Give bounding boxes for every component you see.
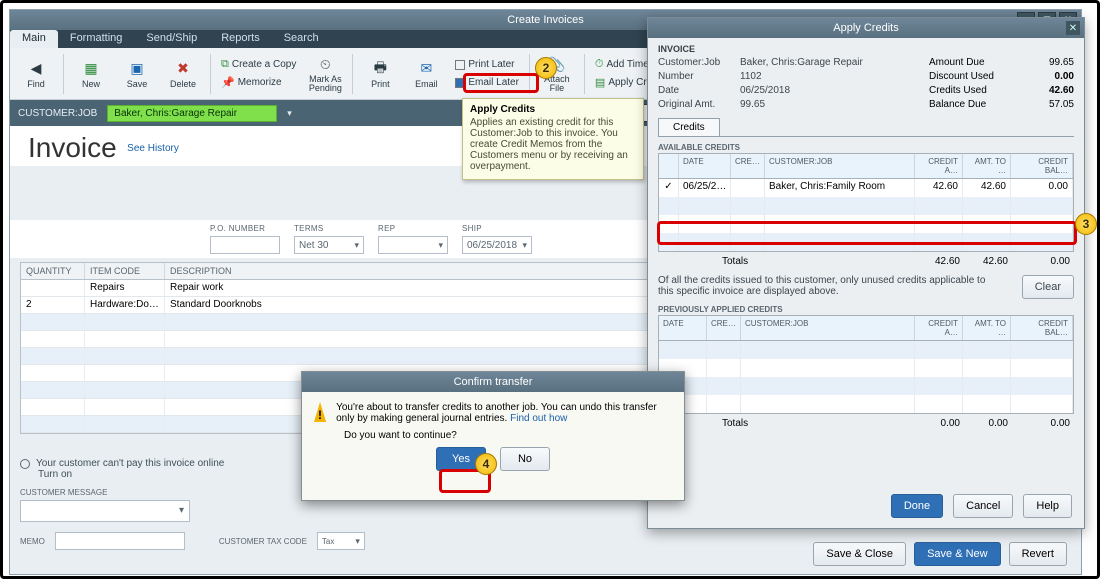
email-later-check[interactable]: Email Later <box>450 75 524 90</box>
tab-formatting[interactable]: Formatting <box>58 30 135 48</box>
confirm-transfer-dialog: Confirm transfer ! You're about to trans… <box>301 371 685 501</box>
ship-label: SHIP <box>462 224 532 233</box>
terms-dropdown[interactable]: Net 30 <box>294 236 364 254</box>
help-button[interactable]: Help <box>1023 494 1072 518</box>
save-icon: ▣ <box>127 59 147 79</box>
apply-credits-tooltip: Apply Credits Applies an existing credit… <box>462 98 644 180</box>
window-title: Create Invoices <box>507 14 583 26</box>
invoice-title: Invoice <box>28 132 117 163</box>
memo-field[interactable] <box>55 532 185 550</box>
credits-note: Of all the credits issued to this custom… <box>658 275 1002 297</box>
tab-reports[interactable]: Reports <box>209 30 272 48</box>
tab-send-ship[interactable]: Send/Ship <box>134 30 209 48</box>
dialog-close-button[interactable]: ✕ <box>1066 21 1080 35</box>
credits-tab[interactable]: Credits <box>658 118 720 136</box>
mark-pending-button[interactable]: ⏲Mark As Pending <box>303 51 347 97</box>
ship-date-field[interactable]: 06/25/2018 <box>462 236 532 254</box>
po-field[interactable] <box>210 236 280 254</box>
cancel-button[interactable]: Cancel <box>953 494 1013 518</box>
turn-on-link[interactable]: Turn on <box>38 469 72 480</box>
chevron-left-icon: ◀ <box>26 59 46 79</box>
radio-icon[interactable] <box>20 459 30 469</box>
confirm-message: You're about to transfer credits to anot… <box>336 402 657 424</box>
credit-checkbox[interactable]: ✓ <box>659 179 679 197</box>
col-quantity: QUANTITY <box>21 263 85 279</box>
save-close-button[interactable]: Save & Close <box>813 542 906 566</box>
terms-label: TERMS <box>294 224 364 233</box>
col-item: ITEM CODE <box>85 263 165 279</box>
save-new-button[interactable]: Save & New <box>914 542 1001 566</box>
see-history-link[interactable]: See History <box>127 143 179 154</box>
previously-applied-grid[interactable]: DATE CRE… CUSTOMER:JOB CREDIT A… AMT. TO… <box>658 315 1074 414</box>
prev-credits-totals: Totals 0.00 0.00 0.00 <box>658 416 1074 431</box>
customer-job-dropdown[interactable]: Baker, Chris:Garage Repair <box>107 105 277 122</box>
tab-main[interactable]: Main <box>10 30 58 48</box>
clear-button[interactable]: Clear <box>1022 275 1074 299</box>
new-icon: ▦ <box>81 59 101 79</box>
invoice-section-label: INVOICE <box>658 44 1074 54</box>
confirm-question: Do you want to continue? <box>302 430 684 447</box>
callout-2: 2 <box>535 57 557 79</box>
memo-label: MEMO <box>20 537 45 546</box>
rep-label: REP <box>378 224 448 233</box>
email-button[interactable]: ✉Email <box>404 51 448 97</box>
pending-icon: ⏲ <box>315 54 335 74</box>
clock-icon: ⏱ <box>595 58 604 71</box>
callout-4: 4 <box>475 453 497 475</box>
available-credits-grid[interactable]: DATE CRE… CUSTOMER:JOB CREDIT A… AMT. TO… <box>658 153 1074 252</box>
customer-job-label: CUSTOMER:JOB <box>18 108 97 119</box>
available-credits-totals: Totals 42.60 42.60 0.00 <box>658 254 1074 269</box>
copy-icon: ⧉ <box>221 58 229 71</box>
confirm-title: Confirm transfer <box>302 372 684 392</box>
print-later-check[interactable]: Print Later <box>450 57 524 72</box>
taxcode-dropdown[interactable]: Tax <box>317 532 365 550</box>
callout-3: 3 <box>1075 213 1097 235</box>
new-button[interactable]: ▦New <box>69 51 113 97</box>
previously-applied-label: PREVIOUSLY APPLIED CREDITS <box>658 305 1074 314</box>
print-icon: 🖶 <box>370 59 390 79</box>
checkbox-checked-icon <box>455 78 465 88</box>
save-button[interactable]: ▣Save <box>115 51 159 97</box>
customer-message-dropdown[interactable] <box>20 500 190 522</box>
delete-icon: ✖ <box>173 59 193 79</box>
find-out-link[interactable]: Find out how <box>510 413 567 424</box>
no-button[interactable]: No <box>500 447 550 471</box>
online-pay-text: Your customer can't pay this invoice onl… <box>36 458 224 469</box>
taxcode-label: CUSTOMER TAX CODE <box>219 537 307 546</box>
revert-button[interactable]: Revert <box>1009 542 1067 566</box>
apply-credits-dialog: Apply Credits✕ INVOICE Customer:JobBaker… <box>647 17 1085 529</box>
checkbox-icon <box>455 60 465 70</box>
memorize-button[interactable]: 📌Memorize <box>216 74 301 91</box>
available-credits-label: AVAILABLE CREDITS <box>658 143 1074 152</box>
apply-credits-title: Apply Credits <box>833 22 898 34</box>
done-button[interactable]: Done <box>891 494 943 518</box>
delete-button[interactable]: ✖Delete <box>161 51 205 97</box>
rep-dropdown[interactable] <box>378 236 448 254</box>
credit-row[interactable]: ✓ 06/25/2… Baker, Chris:Family Room 42.6… <box>659 179 1073 197</box>
tab-search[interactable]: Search <box>272 30 331 48</box>
print-button[interactable]: 🖶Print <box>358 51 402 97</box>
warning-icon: ! <box>314 402 326 422</box>
po-label: P.O. NUMBER <box>210 224 280 233</box>
email-icon: ✉ <box>416 59 436 79</box>
pin-icon: 📌 <box>221 76 235 89</box>
credits-icon: ▤ <box>595 76 605 89</box>
create-copy-button[interactable]: ⧉Create a Copy <box>216 56 301 73</box>
find-button[interactable]: ◀Find <box>14 51 58 97</box>
